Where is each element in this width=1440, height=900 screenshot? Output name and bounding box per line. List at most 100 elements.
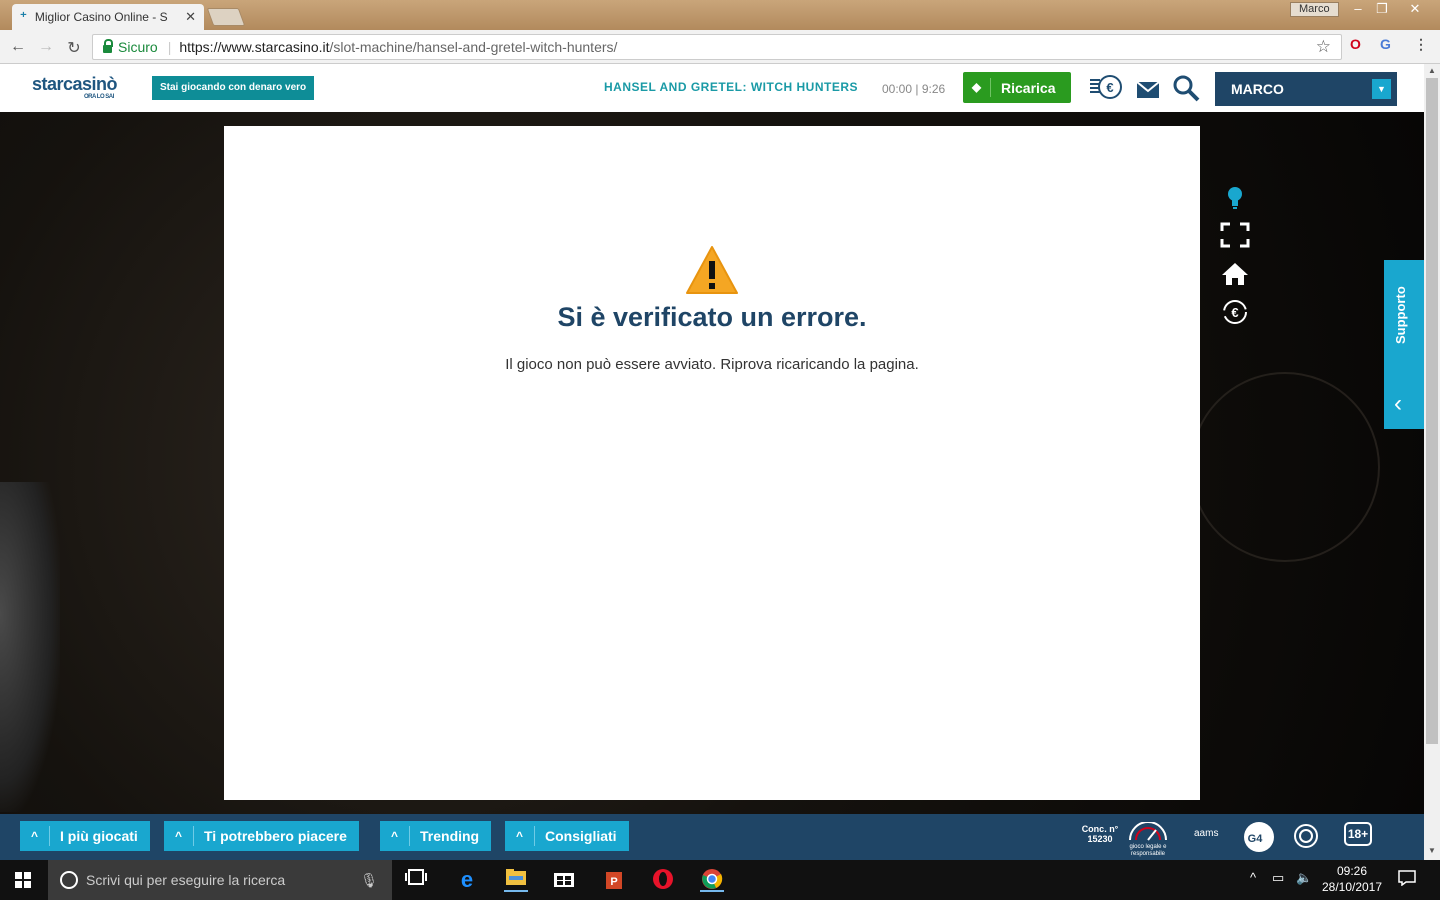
chevron-up-icon: ^ — [164, 826, 194, 846]
age-18-badge: 18+ — [1344, 822, 1372, 846]
site-header: starcasinò ORA LO SAI Stai giocando con … — [0, 64, 1424, 112]
new-tab-button[interactable] — [206, 8, 246, 26]
chrome-menu-icon[interactable]: ⋮ — [1414, 36, 1428, 53]
microphone-icon[interactable]: 🎙 — [360, 872, 378, 889]
aams-logo: aams — [1194, 828, 1218, 839]
scroll-up-icon[interactable]: ▲ — [1424, 66, 1440, 75]
browser-toolbar: ← → ↻ Sicuro | https://www.starcasino.it… — [0, 30, 1440, 64]
support-tab[interactable]: Supporto ‹ — [1384, 260, 1424, 429]
win-quad — [24, 872, 31, 879]
win-quad — [15, 872, 22, 879]
game-side-tools: € — [1218, 184, 1252, 336]
translate-extension-icon[interactable]: G — [1380, 36, 1391, 52]
task-view-icon[interactable] — [404, 868, 428, 892]
clock-time: 09:26 — [1336, 864, 1368, 878]
chevron-up-icon: ^ — [20, 826, 50, 846]
svg-text:P: P — [610, 876, 617, 888]
fullscreen-icon[interactable] — [1218, 222, 1252, 260]
close-tab-icon[interactable]: ✕ — [185, 9, 196, 25]
g4-logo: G4 — [1242, 820, 1276, 856]
volume-icon[interactable]: 🔈 — [1296, 870, 1312, 886]
address-bar[interactable]: Sicuro | https://www.starcasino.it /slot… — [92, 34, 1342, 60]
aams-text: aams — [1194, 828, 1219, 839]
edge-icon[interactable]: e — [455, 868, 479, 892]
user-menu[interactable]: MARCO ▼ — [1215, 72, 1397, 106]
chevron-up-icon: ^ — [380, 826, 410, 846]
chrome-icon[interactable] — [700, 868, 724, 892]
responsible-gaming-text: gioco legale e responsabile — [1129, 844, 1167, 857]
most-played-button[interactable]: ^ I più giocati — [20, 821, 150, 851]
footer-button-label: Ti potrebbero piacere — [204, 828, 347, 844]
taskbar-search[interactable]: Scrivi qui per eseguire la ricerca 🎙 — [48, 860, 392, 900]
restore-icon[interactable]: ❐ — [1368, 0, 1396, 20]
separator: | — [167, 39, 172, 55]
back-icon[interactable]: ← — [8, 38, 28, 56]
bookmark-star-icon[interactable]: ☆ — [1316, 37, 1331, 57]
session-timer: 00:00 | 9:26 — [882, 82, 946, 96]
powerpoint-icon[interactable]: P — [602, 868, 626, 892]
age-18-label: 18+ — [1344, 822, 1372, 846]
forward-icon[interactable]: → — [36, 38, 56, 56]
real-money-badge: Stai giocando con denaro vero — [152, 76, 315, 100]
svg-text:€: € — [1106, 80, 1113, 95]
scrollbar-thumb[interactable] — [1426, 78, 1438, 744]
error-title: Si è verificato un errore. — [557, 302, 867, 332]
page-scrollbar[interactable]: ▲ ▼ — [1424, 64, 1440, 860]
url-path: /slot-machine/hansel-and-gretel-witch-hu… — [329, 39, 618, 55]
reload-icon[interactable]: ↻ — [64, 38, 84, 58]
taskbar-search-placeholder: Scrivi qui per eseguire la ricerca — [86, 872, 286, 888]
scroll-down-icon[interactable]: ▼ — [1424, 846, 1440, 855]
network-icon[interactable]: ▭ — [1272, 870, 1284, 886]
game-title: HANSEL AND GRETEL: WITCH HUNTERS — [604, 80, 858, 94]
secure-label: Sicuro — [118, 39, 158, 55]
gambling-therapy-logo — [1292, 822, 1320, 852]
footer-button-label: Consigliati — [545, 828, 617, 844]
browser-tab[interactable]: ⁺ Miglior Casino Online - S ✕ — [12, 4, 204, 30]
error-message: Il gioco non può essere avviato. Riprova… — [505, 356, 919, 373]
taskbar-clock[interactable]: 09:26 28/10/2017 — [1316, 863, 1388, 895]
starcasino-logo[interactable]: starcasinò ORA LO SAI — [32, 74, 118, 100]
tray-chevron-up-icon[interactable]: ^ — [1250, 870, 1256, 885]
recharge-button[interactable]: ◆ Ricarica — [963, 72, 1071, 103]
tab-title: Miglior Casino Online - S — [34, 10, 168, 24]
svg-text:€: € — [1231, 305, 1238, 320]
euro-coins-icon[interactable]: € — [1088, 74, 1124, 107]
notifications-icon[interactable] — [1398, 870, 1416, 889]
search-icon[interactable] — [1172, 74, 1200, 109]
svg-text:G4: G4 — [1248, 833, 1264, 845]
store-icon[interactable] — [552, 868, 576, 892]
footer-button-label: Trending — [420, 828, 480, 844]
starcasino-favicon-icon: ⁺ — [20, 9, 27, 24]
chevron-down-icon[interactable]: ▼ — [1372, 79, 1391, 99]
responsible-gaming-logo: gioco legale e responsabile — [1126, 821, 1170, 858]
home-icon[interactable] — [1218, 260, 1252, 298]
you-might-like-button[interactable]: ^ Ti potrebbero piacere — [164, 821, 359, 851]
file-explorer-icon[interactable] — [504, 868, 528, 892]
recharge-label: Ricarica — [1001, 79, 1056, 96]
win-quad — [24, 881, 31, 888]
background-figure — [0, 482, 60, 812]
clock-date: 28/10/2017 — [1321, 880, 1383, 894]
lightbulb-icon[interactable] — [1218, 184, 1252, 222]
windows-taskbar: Scrivi qui per eseguire la ricerca 🎙 e P… — [0, 860, 1440, 900]
chevron-up-icon: ^ — [505, 826, 535, 846]
wallet-icon: ◆ — [963, 78, 991, 97]
url-domain: https://www.starcasino.it — [179, 39, 330, 55]
chevron-left-icon: ‹ — [1394, 390, 1402, 417]
opera-extension-icon[interactable]: O — [1350, 36, 1361, 52]
trending-button[interactable]: ^ Trending — [380, 821, 492, 851]
opera-icon[interactable] — [651, 868, 675, 892]
windows-start-icon[interactable] — [15, 872, 32, 888]
real-money-switch-icon[interactable]: € — [1218, 298, 1252, 336]
browser-titlebar: ⁺ Miglior Casino Online - S ✕ Marco – ❐ … — [0, 0, 1440, 30]
mail-icon[interactable] — [1136, 78, 1160, 106]
background-clock — [1190, 372, 1380, 562]
recommended-button[interactable]: ^ Consigliati — [505, 821, 629, 851]
close-window-icon[interactable]: ✕ — [1400, 0, 1430, 20]
cortana-icon — [60, 871, 78, 889]
warning-icon — [686, 246, 738, 294]
game-area: Si è verificato un errore. Il gioco non … — [0, 112, 1424, 814]
profile-button[interactable]: Marco — [1290, 2, 1339, 17]
error-panel: Si è verificato un errore. Il gioco non … — [224, 126, 1200, 800]
games-footer: ^ I più giocati ^ Ti potrebbero piacere … — [0, 814, 1424, 860]
